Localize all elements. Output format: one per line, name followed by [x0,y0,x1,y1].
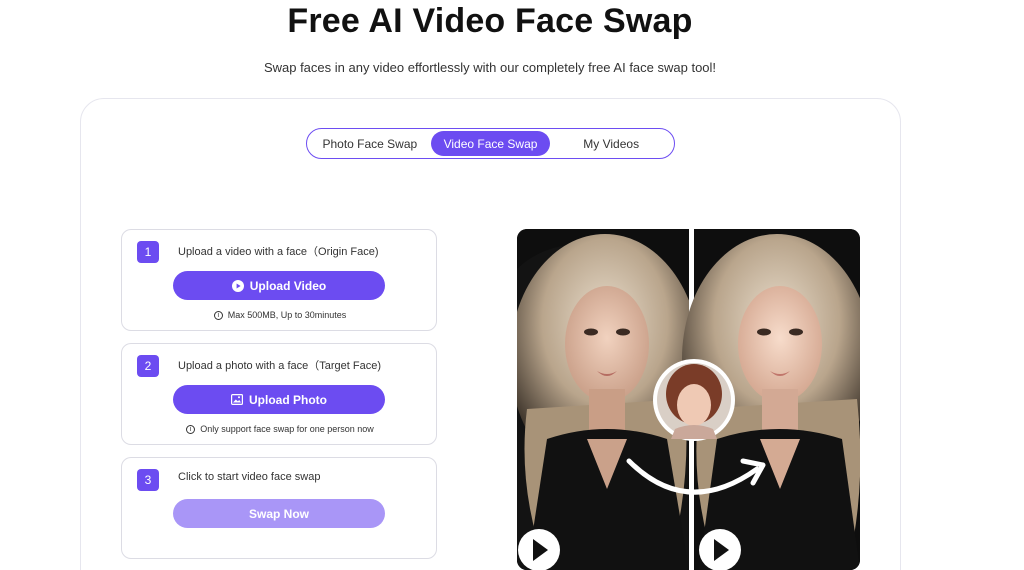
page-subtitle: Swap faces in any video effortlessly wit… [263,60,717,75]
play-right-icon [699,529,741,570]
step-upload-video: 1 Upload a video with a face（Origin Face… [121,229,437,331]
step-upload-photo: 2 Upload a photo with a face（Target Face… [121,343,437,445]
upload-photo-button[interactable]: Upload Photo [173,385,385,414]
step-number: 1 [137,241,159,263]
preview-image [517,229,860,570]
tab-video-face-swap[interactable]: Video Face Swap [430,131,551,156]
upload-video-label: Upload Video [249,278,327,293]
play-circle-icon [231,279,244,292]
step-number: 3 [137,469,159,491]
step-note-text: Max 500MB, Up to 30minutes [227,310,347,320]
upload-video-button[interactable]: Upload Video [173,271,385,300]
step-instruction: Upload a video with a face（Origin Face) [178,246,379,258]
step-note-text: Only support face swap for one person no… [200,424,374,434]
tab-my-videos[interactable]: My Videos [550,131,672,156]
upload-photo-label: Upload Photo [249,392,327,407]
info-icon: i [186,424,196,434]
target-face-thumbnail [653,359,735,441]
step-instruction: Click to start video face swap [178,471,321,483]
step-note: i Only support face swap for one person … [122,424,438,434]
tab-photo-face-swap[interactable]: Photo Face Swap [309,131,431,156]
step-swap: 3 Click to start video face swap Swap No… [121,457,437,559]
step-instruction: Upload a photo with a face（Target Face) [178,360,382,372]
step-number: 2 [137,355,159,377]
swap-now-button[interactable]: Swap Now [173,499,385,528]
image-icon [231,394,243,405]
mode-tabs: Photo Face Swap Video Face Swap My Video… [306,128,675,159]
play-left-icon [518,529,560,570]
page-title: Free AI Video Face Swap [287,2,693,40]
info-icon: i [213,310,223,320]
step-note: i Max 500MB, Up to 30minutes [122,310,438,320]
